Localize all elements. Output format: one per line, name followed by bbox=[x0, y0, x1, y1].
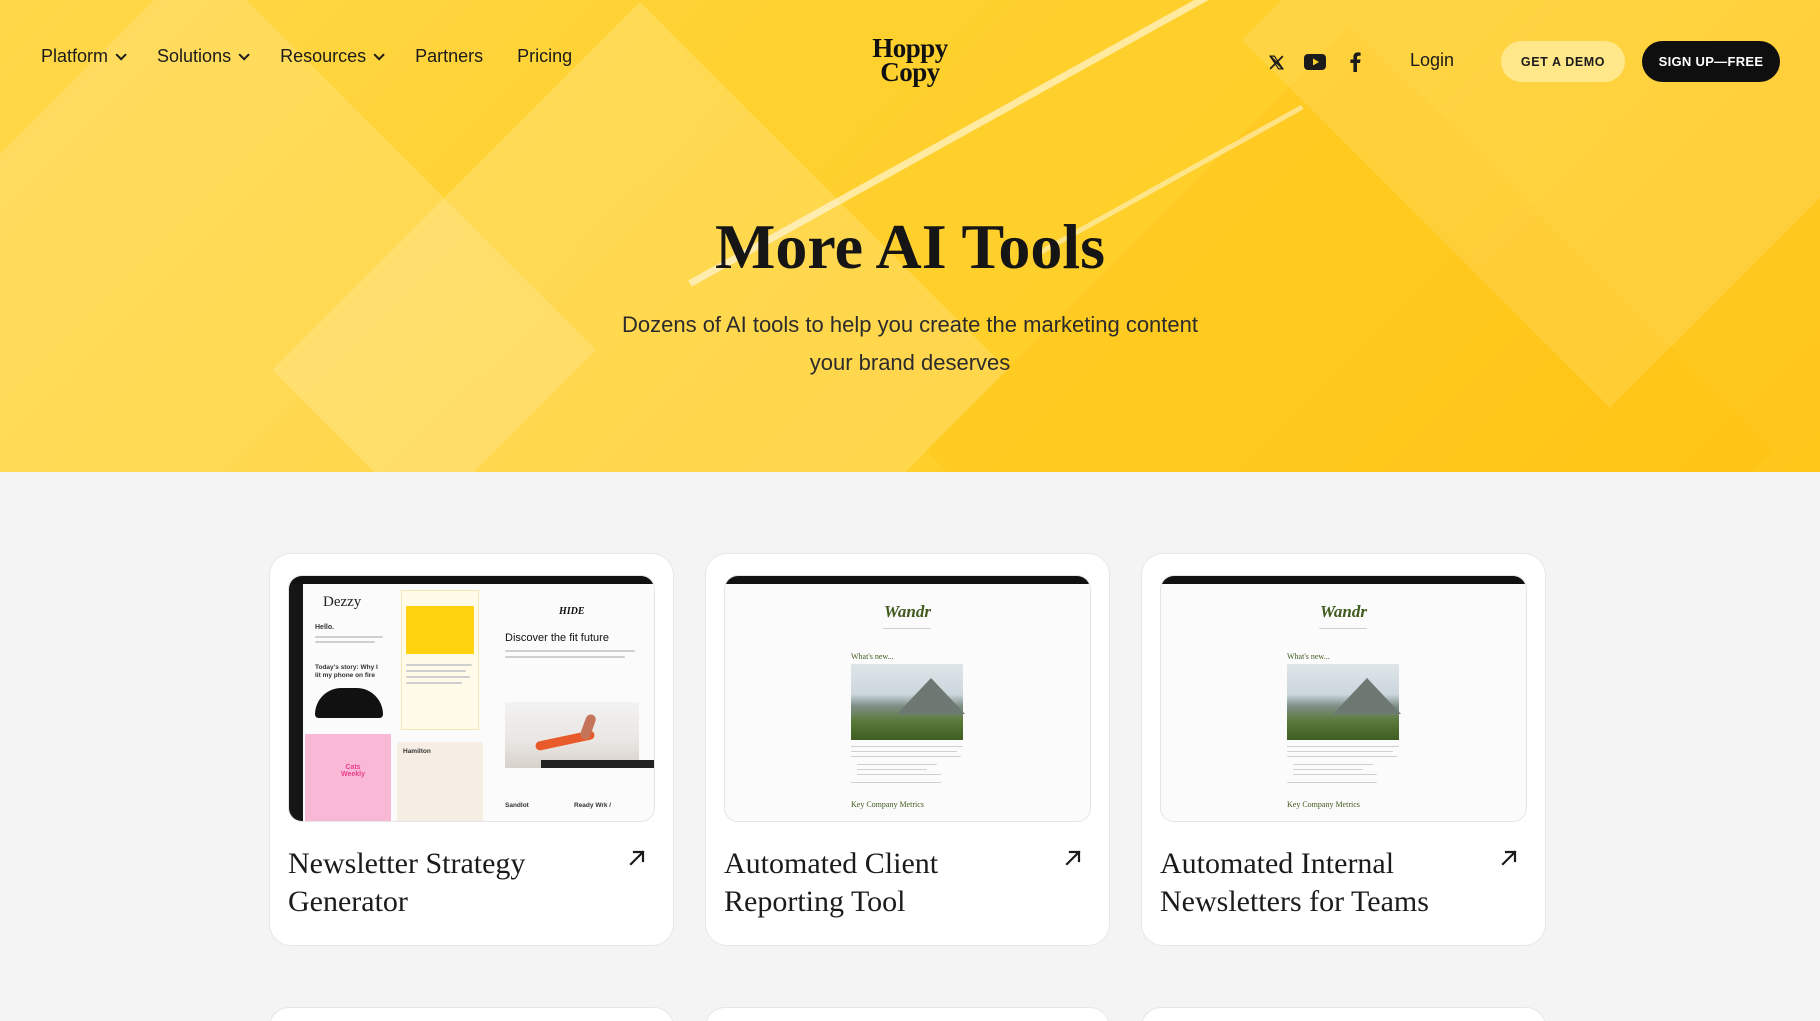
nav-item-solutions[interactable]: Solutions bbox=[157, 46, 250, 67]
nav-menu: Platform Solutions Resources Partners Pr… bbox=[41, 46, 606, 67]
preview-yellow-block bbox=[406, 606, 474, 654]
card-preview-image: Dezzy Hello. Today's story: Why I lit my… bbox=[288, 575, 655, 822]
preview-line bbox=[851, 751, 957, 752]
tool-card-partial[interactable] bbox=[705, 1007, 1110, 1021]
preview-line bbox=[505, 650, 635, 652]
card-title: Newsletter Strategy Generator bbox=[288, 847, 526, 918]
nav-item-pricing[interactable]: Pricing bbox=[517, 46, 572, 67]
nav-item-label: Solutions bbox=[157, 46, 232, 66]
preview-line bbox=[315, 636, 383, 638]
preview-photo bbox=[315, 688, 383, 718]
preview-text: Sandlot bbox=[505, 802, 529, 809]
preview-toolbar bbox=[289, 576, 654, 584]
preview-pink-block: Cats Weekly bbox=[305, 734, 391, 821]
preview-line bbox=[851, 782, 941, 783]
top-navigation: Platform Solutions Resources Partners Pr… bbox=[0, 0, 1820, 124]
preview-line bbox=[857, 764, 937, 765]
preview-photo bbox=[1287, 664, 1401, 740]
preview-text: Cats Weekly bbox=[341, 764, 365, 778]
preview-line bbox=[1287, 751, 1393, 752]
logo-line: Copy bbox=[880, 57, 940, 87]
tool-card-newsletter-strategy[interactable]: Dezzy Hello. Today's story: Why I lit my… bbox=[269, 553, 674, 946]
preview-brand: Wandr bbox=[1320, 602, 1367, 621]
nav-item-resources[interactable]: Resources bbox=[280, 46, 385, 67]
x-icon[interactable] bbox=[1264, 50, 1288, 74]
preview-text: Hello. bbox=[315, 624, 335, 631]
preview-section: What's new... bbox=[1287, 652, 1330, 661]
preview-mountain bbox=[897, 678, 965, 714]
preview-toolbar bbox=[541, 760, 654, 768]
preview-line bbox=[1319, 628, 1367, 629]
preview-text: Today's story: Why I lit my phone on fir… bbox=[315, 664, 378, 679]
preview-headline: Discover the fit future bbox=[505, 632, 609, 644]
preview-line bbox=[1293, 764, 1373, 765]
preview-line bbox=[1293, 769, 1363, 770]
hoppy-copy-logo[interactable]: Hoppy Copy bbox=[855, 35, 965, 87]
preview-line bbox=[315, 641, 375, 643]
preview-line bbox=[505, 656, 625, 658]
preview-section: What's new... bbox=[851, 652, 894, 661]
preview-line bbox=[406, 676, 470, 678]
tool-card-client-reporting[interactable]: Wandr What's new... Key Company Metrics … bbox=[705, 553, 1110, 946]
preview-line bbox=[857, 774, 941, 775]
arrow-up-right-icon bbox=[1499, 848, 1523, 872]
arrow-up-right-icon bbox=[1063, 848, 1087, 872]
preview-line bbox=[851, 746, 963, 747]
tool-card-internal-newsletters[interactable]: Wandr What's new... Key Company Metrics … bbox=[1141, 553, 1546, 946]
page-title: More AI Tools bbox=[715, 211, 1105, 282]
preview-line bbox=[406, 670, 466, 672]
login-link[interactable]: Login bbox=[1410, 50, 1454, 71]
signup-button[interactable]: SIGN UP—FREE bbox=[1642, 41, 1780, 82]
preview-line bbox=[857, 769, 927, 770]
preview-brand: HIDE bbox=[559, 606, 585, 617]
preview-brand: Wandr bbox=[884, 602, 931, 621]
preview-figure bbox=[578, 713, 598, 741]
nav-item-platform[interactable]: Platform bbox=[41, 46, 127, 67]
preview-line bbox=[406, 682, 462, 684]
tool-card-partial[interactable] bbox=[269, 1007, 674, 1021]
preview-line bbox=[1293, 774, 1377, 775]
facebook-icon[interactable] bbox=[1343, 50, 1367, 74]
preview-mountain bbox=[1333, 678, 1401, 714]
preview-section: Key Company Metrics bbox=[1287, 800, 1360, 809]
preview-line bbox=[851, 756, 961, 757]
preview-text: Hamilton bbox=[403, 748, 431, 755]
nav-item-label: Partners bbox=[415, 46, 484, 66]
card-preview-image: Wandr What's new... Key Company Metrics bbox=[724, 575, 1091, 822]
page-subtitle: Dozens of AI tools to help you create th… bbox=[621, 312, 1198, 375]
get-demo-button[interactable]: GET A DEMO bbox=[1501, 41, 1625, 82]
preview-fitness-photo bbox=[505, 702, 639, 768]
card-title: Automated Internal Newsletters for Teams bbox=[1160, 847, 1429, 918]
preview-photo bbox=[851, 664, 965, 740]
chevron-down-icon bbox=[238, 48, 250, 61]
card-preview-image: Wandr What's new... Key Company Metrics bbox=[1160, 575, 1527, 822]
arrow-up-right-icon bbox=[627, 848, 651, 872]
preview-line bbox=[883, 628, 931, 629]
preview-line bbox=[1287, 746, 1399, 747]
youtube-icon[interactable] bbox=[1303, 50, 1327, 74]
preview-line bbox=[406, 664, 472, 666]
nav-item-label: Resources bbox=[280, 46, 367, 66]
preview-section: Key Company Metrics bbox=[851, 800, 924, 809]
preview-sidebar bbox=[289, 584, 303, 821]
preview-toolbar bbox=[725, 576, 1090, 584]
preview-line bbox=[1287, 756, 1397, 757]
tool-card-partial[interactable] bbox=[1141, 1007, 1546, 1021]
preview-column: Hamilton bbox=[397, 742, 483, 821]
preview-line bbox=[1287, 782, 1377, 783]
preview-toolbar bbox=[1161, 576, 1526, 584]
chevron-down-icon bbox=[373, 48, 385, 61]
card-title: Automated Client Reporting Tool bbox=[724, 847, 939, 918]
nav-item-label: Platform bbox=[41, 46, 109, 66]
preview-text: Ready Wrk / bbox=[574, 802, 612, 809]
preview-brand: Dezzy bbox=[323, 594, 362, 610]
nav-item-partners[interactable]: Partners bbox=[415, 46, 483, 67]
nav-item-label: Pricing bbox=[517, 46, 573, 66]
chevron-down-icon bbox=[115, 48, 127, 61]
